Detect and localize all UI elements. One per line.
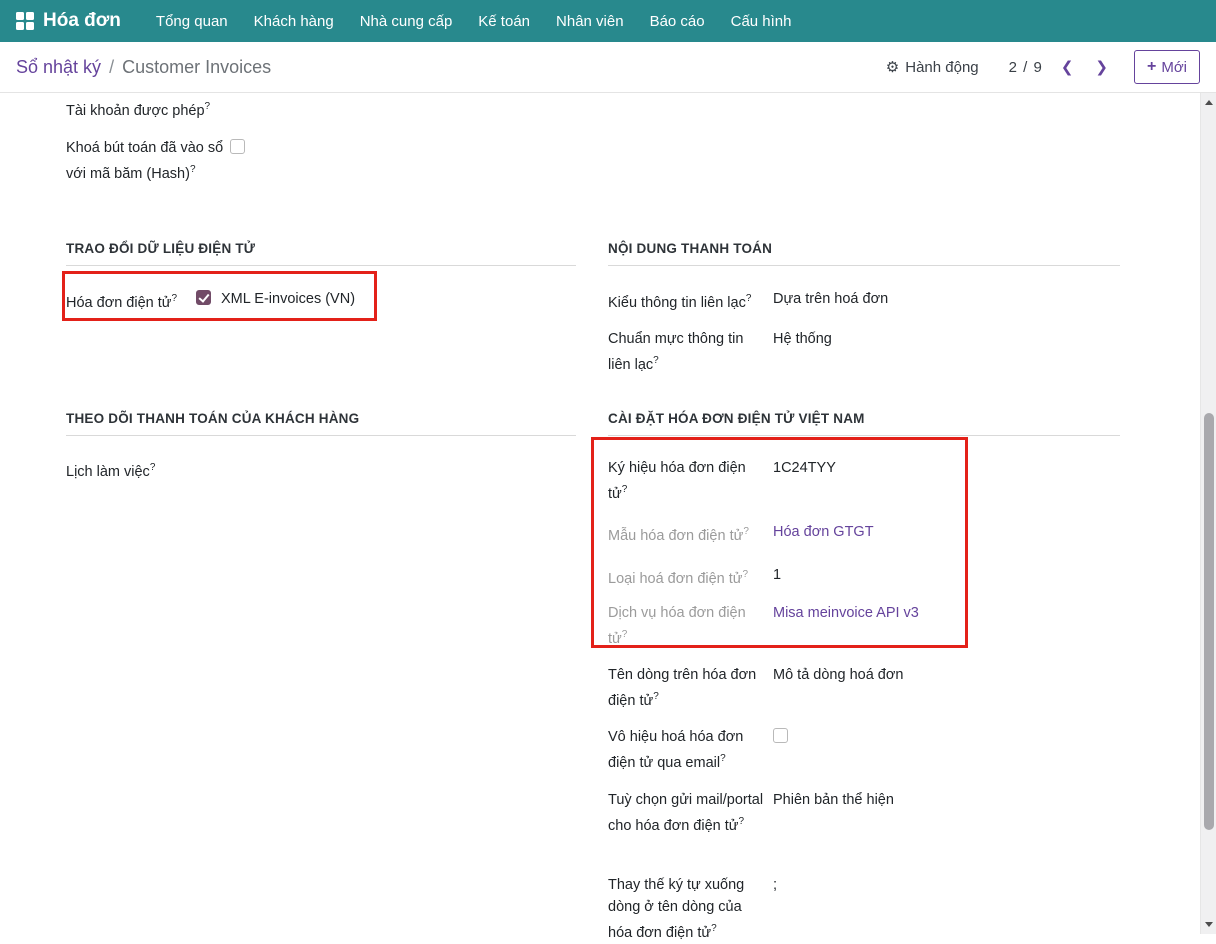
- field-label: Vô hiệu hoá hóa đơn điện tử qua email?: [608, 726, 768, 774]
- vertical-scrollbar[interactable]: [1200, 93, 1216, 934]
- breadcrumb-current: Customer Invoices: [122, 57, 271, 78]
- chevron-right-icon: ❯: [1095, 59, 1108, 76]
- field-row-einvoice-symbol: Ký hiệu hóa đơn điện tử? 1C24TYY: [608, 457, 768, 505]
- breadcrumb: Sổ nhật ký / Customer Invoices: [16, 57, 271, 78]
- field-row-schedule: Lịch làm việc?: [66, 457, 226, 483]
- einvoice-symbol-value[interactable]: 1C24TYY: [773, 457, 836, 479]
- field-label: Khoá bút toán đã vào sổ với mã băm (Hash…: [66, 137, 226, 185]
- section-title-edi: TRAO ĐỔI DỮ LIỆU ĐIỆN TỬ: [66, 241, 576, 266]
- field-row-einvoice-type: Loại hoá đơn điện tử? 1: [608, 564, 768, 590]
- control-panel: Sổ nhật ký / Customer Invoices ⚙ Hành độ…: [0, 42, 1216, 93]
- new-button[interactable]: + Mới: [1134, 50, 1200, 84]
- disable-email-checkbox[interactable]: [773, 728, 788, 743]
- control-panel-actions: ⚙ Hành động 2 / 9 ❮ ❯ + Mới: [886, 50, 1200, 84]
- top-nav: Hóa đơn Tổng quan Khách hàng Nhà cung cấ…: [0, 0, 1216, 42]
- einvoice-xml-checkbox[interactable]: [196, 290, 211, 305]
- action-menu-label: Hành động: [905, 59, 978, 76]
- field-label: Mẫu hóa đơn điện tử?: [608, 521, 768, 547]
- new-button-label: Mới: [1161, 59, 1187, 76]
- einvoice-xml-option-label[interactable]: XML E-invoices (VN): [221, 288, 355, 310]
- field-label: Thay thế ký tự xuống dòng ở tên dòng của…: [608, 874, 768, 944]
- scrollbar-thumb[interactable]: [1204, 413, 1214, 830]
- comm-type-value[interactable]: Dựa trên hoá đơn: [773, 288, 888, 310]
- field-row-einvoice-template: Mẫu hóa đơn điện tử? Hóa đơn GTGT: [608, 521, 768, 547]
- field-label: Chuẩn mực thông tin liên lạc?: [608, 328, 768, 376]
- field-row-einvoice: Hóa đơn điện tử? XML E-invoices (VN): [66, 288, 177, 314]
- field-label: Ký hiệu hóa đơn điện tử?: [608, 457, 768, 505]
- field-row-comm-standard: Chuẩn mực thông tin liên lạc? Hệ thống: [608, 328, 768, 376]
- breadcrumb-parent-link[interactable]: Sổ nhật ký: [16, 57, 101, 78]
- pager-counter: 2 / 9: [1009, 59, 1043, 76]
- line-name-value[interactable]: Mô tả dòng hoá đơn: [773, 664, 903, 686]
- field-label: Kiểu thông tin liên lạc?: [608, 288, 768, 314]
- scroll-up-arrow-icon[interactable]: [1201, 95, 1216, 111]
- pager-next-button[interactable]: ❯: [1091, 54, 1112, 80]
- chevron-left-icon: ❮: [1061, 59, 1074, 76]
- hash-lock-checkbox[interactable]: [230, 139, 245, 154]
- field-label: Tài khoản được phép?: [66, 96, 226, 122]
- comm-standard-value[interactable]: Hệ thống: [773, 328, 832, 350]
- nav-item-khach-hang[interactable]: Khách hàng: [241, 2, 347, 41]
- field-row-line-name: Tên dòng trên hóa đơn điện tử? Mô tả dòn…: [608, 664, 768, 712]
- app-name[interactable]: Hóa đơn: [43, 10, 121, 32]
- form-sheet: Tài khoản được phép? Khoá bút toán đã và…: [0, 93, 1200, 934]
- field-label: Dịch vụ hóa đơn điện tử?: [608, 602, 768, 650]
- nav-item-tong-quan[interactable]: Tổng quan: [143, 2, 241, 41]
- field-row-comm-type: Kiểu thông tin liên lạc? Dựa trên hoá đơ…: [608, 288, 768, 314]
- action-menu-button[interactable]: ⚙ Hành động: [886, 58, 979, 76]
- pager-previous-button[interactable]: ❮: [1057, 54, 1078, 80]
- nav-item-nha-cung-cap[interactable]: Nhà cung cấp: [347, 2, 466, 41]
- nav-item-ke-toan[interactable]: Kế toán: [465, 2, 543, 41]
- field-label: Lịch làm việc?: [66, 457, 226, 483]
- nav-item-cau-hinh[interactable]: Cấu hình: [718, 2, 805, 41]
- field-label: Hóa đơn điện tử?: [66, 288, 177, 314]
- einvoice-service-link[interactable]: Misa meinvoice API v3: [773, 602, 919, 624]
- section-title-payment-tracking: THEO DÕI THANH TOÁN CỦA KHÁCH HÀNG: [66, 411, 576, 436]
- field-label: Tuỳ chọn gửi mail/portal cho hóa đơn điệ…: [608, 789, 768, 837]
- breadcrumb-separator: /: [109, 57, 114, 78]
- apps-grid-icon[interactable]: [16, 12, 34, 30]
- plus-icon: +: [1147, 58, 1156, 76]
- nav-item-nhan-vien[interactable]: Nhân viên: [543, 2, 637, 41]
- app-switcher[interactable]: Hóa đơn: [16, 10, 121, 32]
- gear-icon: ⚙: [886, 58, 899, 76]
- scroll-down-arrow-icon[interactable]: [1201, 916, 1216, 932]
- newline-replacement-value[interactable]: ;: [773, 874, 777, 896]
- field-row-einvoice-service: Dịch vụ hóa đơn điện tử? Misa meinvoice …: [608, 602, 768, 650]
- field-label: Tên dòng trên hóa đơn điện tử?: [608, 664, 768, 712]
- section-title-vn-einvoice: CÀI ĐẶT HÓA ĐƠN ĐIỆN TỬ VIỆT NAM: [608, 411, 1120, 436]
- nav-item-bao-cao[interactable]: Báo cáo: [637, 2, 718, 41]
- field-label: Loại hoá đơn điện tử?: [608, 564, 768, 590]
- field-row-mail-portal-option: Tuỳ chọn gửi mail/portal cho hóa đơn điệ…: [608, 789, 768, 837]
- field-row-hash-lock: Khoá bút toán đã vào sổ với mã băm (Hash…: [66, 137, 226, 185]
- field-row-disable-email: Vô hiệu hoá hóa đơn điện tử qua email?: [608, 726, 768, 774]
- einvoice-type-value[interactable]: 1: [773, 564, 781, 586]
- field-row-allowed-accounts: Tài khoản được phép?: [66, 96, 226, 122]
- section-title-payment-communication: NỘI DUNG THANH TOÁN: [608, 241, 1120, 266]
- field-row-newline-replacement: Thay thế ký tự xuống dòng ở tên dòng của…: [608, 874, 768, 944]
- einvoice-template-link[interactable]: Hóa đơn GTGT: [773, 521, 874, 543]
- mail-portal-option-value[interactable]: Phiên bản thể hiện: [773, 789, 894, 811]
